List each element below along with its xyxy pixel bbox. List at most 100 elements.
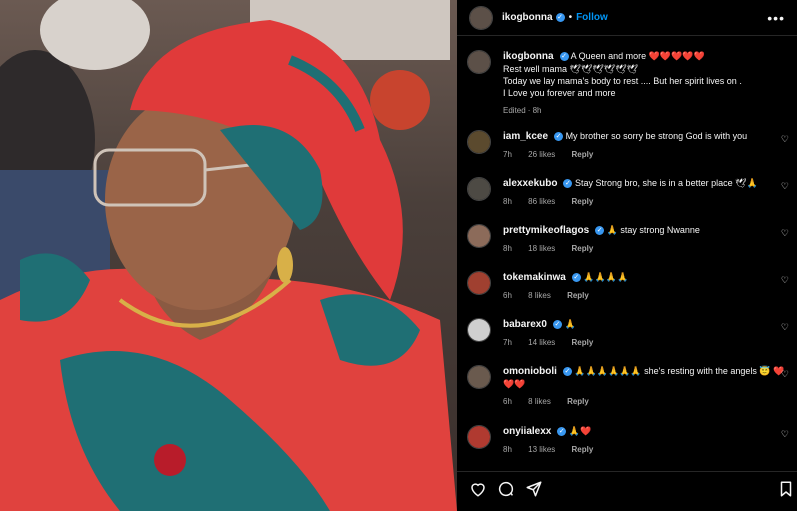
comment-text: 🙏🙏🙏🙏: [583, 272, 629, 282]
comment-age: 8h: [503, 445, 512, 454]
author-avatar[interactable]: [469, 5, 493, 30]
verified-badge-icon: ✓: [554, 132, 564, 142]
verified-badge-icon: ✓: [559, 52, 569, 62]
commenter-username[interactable]: omonioboli: [503, 366, 557, 377]
post-photo[interactable]: [0, 0, 457, 511]
post-header: ikogbonna ✓ • Follow •••: [457, 0, 797, 36]
comment-meta: 6h 8 likes Reply: [503, 396, 789, 408]
verified-badge-icon: ✓: [563, 179, 573, 189]
comment-body: onyiialexx ✓ 🙏❤️ 8h 13 likes Reply: [503, 425, 789, 456]
comment-meta: 8h 13 likes Reply: [503, 444, 789, 456]
comments-feed[interactable]: ikogbonna ✓ A Queen and more ❤️❤️❤️❤️❤️ R…: [457, 37, 797, 467]
commenter-avatar[interactable]: [467, 318, 491, 342]
author-username[interactable]: ikogbonna: [502, 12, 553, 23]
comment-body: tokemakinwa ✓ 🙏🙏🙏🙏 6h 8 likes Reply: [503, 271, 789, 302]
comment-likes[interactable]: 86 likes: [528, 197, 555, 206]
comment: omonioboli ✓ 🙏🙏🙏🙏🙏🙏 she's resting with th…: [467, 365, 789, 408]
caption-hearts: ❤️❤️❤️❤️❤️: [648, 51, 705, 61]
comment-text: 🙏 stay strong Nwanne: [606, 225, 700, 235]
more-options-icon[interactable]: •••: [767, 10, 785, 26]
reply-button[interactable]: Reply: [572, 338, 594, 347]
send-icon[interactable]: [525, 480, 543, 498]
follow-button[interactable]: Follow: [576, 12, 608, 23]
commenter-username[interactable]: onyiialexx: [503, 426, 551, 437]
post-side-panel: ikogbonna ✓ • Follow ••• ikogbonna ✓ A Qu…: [457, 0, 797, 511]
like-comment-icon[interactable]: ♡: [781, 322, 789, 333]
caption-meta: Edited · 8h: [503, 106, 542, 115]
comment-likes[interactable]: 13 likes: [528, 445, 555, 454]
reply-button[interactable]: Reply: [567, 291, 589, 300]
caption-line: Today we lay mama's body to rest .... Bu…: [503, 76, 742, 86]
caption-username[interactable]: ikogbonna: [503, 51, 554, 62]
commenter-avatar[interactable]: [467, 271, 491, 295]
comment-body: babarex0 ✓ 🙏 7h 14 likes Reply: [503, 318, 789, 349]
reply-button[interactable]: Reply: [572, 445, 594, 454]
edited-label: Edited: [503, 106, 526, 115]
comment-age: 7h: [503, 338, 512, 347]
comment-body: prettymikeoflagos ✓ 🙏 stay strong Nwanne …: [503, 224, 789, 255]
commenter-avatar[interactable]: [467, 365, 491, 389]
like-comment-icon[interactable]: ♡: [781, 429, 789, 440]
verified-badge-icon: ✓: [555, 13, 565, 22]
commenter-avatar[interactable]: [467, 130, 491, 154]
verified-badge-icon: ✓: [595, 226, 605, 236]
comment-likes[interactable]: 8 likes: [528, 397, 551, 406]
like-comment-icon[interactable]: ♡: [781, 369, 789, 380]
photo-illustration: [0, 0, 457, 511]
caption-avatar[interactable]: [467, 50, 491, 74]
commenter-avatar[interactable]: [467, 425, 491, 449]
comment: tokemakinwa ✓ 🙏🙏🙏🙏 6h 8 likes Reply ♡: [467, 271, 789, 302]
verified-badge-icon: ✓: [557, 427, 567, 437]
caption-line: Rest well mama: [503, 64, 568, 74]
like-comment-icon[interactable]: ♡: [781, 181, 789, 192]
comment-text: My brother so sorry be strong God is wit…: [565, 131, 748, 141]
comment-meta: 8h 18 likes Reply: [503, 243, 789, 255]
post-actions-bar: [457, 471, 797, 511]
comment-likes[interactable]: 26 likes: [528, 150, 555, 159]
like-comment-icon[interactable]: ♡: [781, 275, 789, 286]
comment-meta: 6h 8 likes Reply: [503, 290, 789, 302]
caption-body: ikogbonna ✓ A Queen and more ❤️❤️❤️❤️❤️ R…: [503, 50, 789, 117]
comment: onyiialexx ✓ 🙏❤️ 8h 13 likes Reply ♡: [467, 425, 789, 456]
comment-age: 8h: [503, 244, 512, 253]
like-comment-icon[interactable]: ♡: [781, 134, 789, 145]
comment-meta: 8h 86 likes Reply: [503, 196, 789, 208]
comment-age: 6h: [503, 397, 512, 406]
comment-age: 7h: [503, 150, 512, 159]
comment-body: omonioboli ✓ 🙏🙏🙏🙏🙏🙏 she's resting with th…: [503, 365, 789, 408]
bookmark-icon[interactable]: [777, 480, 795, 498]
commenter-avatar[interactable]: [467, 177, 491, 201]
verified-badge-icon: ✓: [552, 320, 562, 330]
comment-icon[interactable]: [497, 480, 515, 498]
comment-meta: 7h 14 likes Reply: [503, 337, 789, 349]
commenter-username[interactable]: alexxekubo: [503, 178, 557, 189]
comment-likes[interactable]: 18 likes: [528, 244, 555, 253]
verified-badge-icon: ✓: [562, 367, 572, 377]
commenter-username[interactable]: prettymikeoflagos: [503, 225, 589, 236]
comment: iam_kcee ✓ My brother so sorry be strong …: [467, 130, 789, 161]
like-comment-icon[interactable]: ♡: [781, 228, 789, 239]
comment-body: iam_kcee ✓ My brother so sorry be strong …: [503, 130, 789, 161]
commenter-username[interactable]: babarex0: [503, 319, 547, 330]
post-age: 8h: [532, 106, 542, 115]
comment-meta: 7h 26 likes Reply: [503, 149, 789, 161]
reply-button[interactable]: Reply: [567, 397, 589, 406]
comment-text: 🙏❤️: [568, 426, 592, 436]
comment: prettymikeoflagos ✓ 🙏 stay strong Nwanne …: [467, 224, 789, 255]
reply-button[interactable]: Reply: [572, 150, 594, 159]
commenter-avatar[interactable]: [467, 224, 491, 248]
comment-likes[interactable]: 8 likes: [528, 291, 551, 300]
commenter-username[interactable]: iam_kcee: [503, 131, 548, 142]
comment-likes[interactable]: 14 likes: [528, 338, 555, 347]
reply-button[interactable]: Reply: [572, 197, 594, 206]
comment-body: alexxekubo ✓ Stay Strong bro, she is in a…: [503, 177, 789, 208]
heart-outline-icon[interactable]: [469, 480, 487, 498]
caption: ikogbonna ✓ A Queen and more ❤️❤️❤️❤️❤️ R…: [467, 50, 789, 117]
verified-badge-icon: ✓: [571, 273, 581, 283]
comment-age: 6h: [503, 291, 512, 300]
reply-button[interactable]: Reply: [572, 244, 594, 253]
commenter-username[interactable]: tokemakinwa: [503, 272, 566, 283]
caption-doves: 🕊🕊🕊🕊🕊🕊: [569, 64, 639, 74]
comment-text: 🙏: [564, 319, 576, 329]
caption-line: I Love you forever and more: [503, 88, 616, 98]
